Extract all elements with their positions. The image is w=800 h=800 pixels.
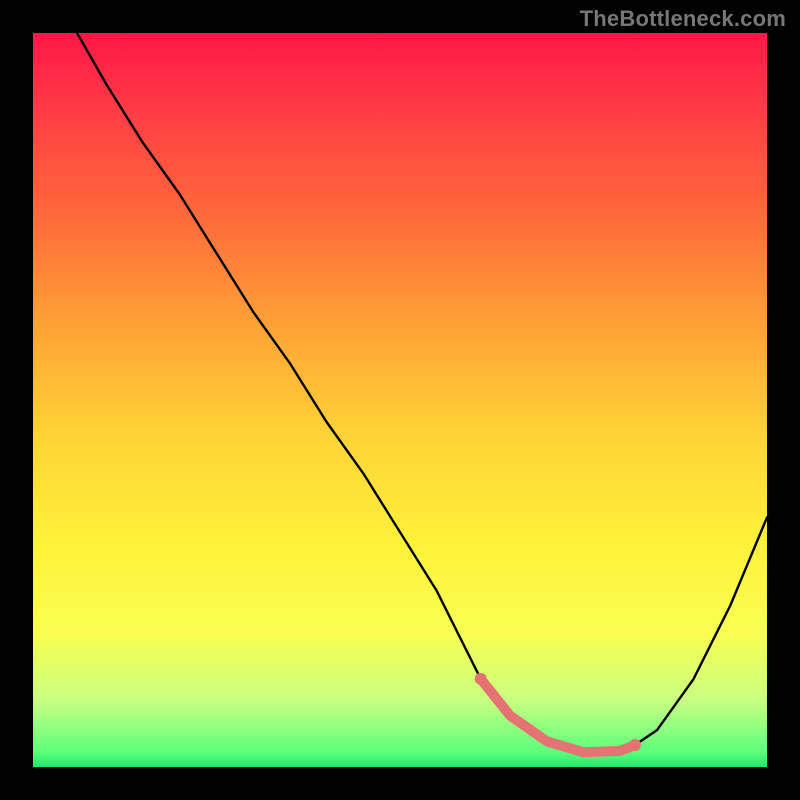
watermark-text: TheBottleneck.com: [580, 6, 786, 32]
chart-svg: [33, 33, 767, 767]
optimal-range-end-dot: [629, 739, 641, 751]
optimal-range-marker: [481, 679, 635, 752]
plot-area: [33, 33, 767, 767]
bottleneck-curve: [77, 33, 767, 752]
optimal-range-start-dot: [475, 673, 487, 685]
chart-frame: TheBottleneck.com: [0, 0, 800, 800]
